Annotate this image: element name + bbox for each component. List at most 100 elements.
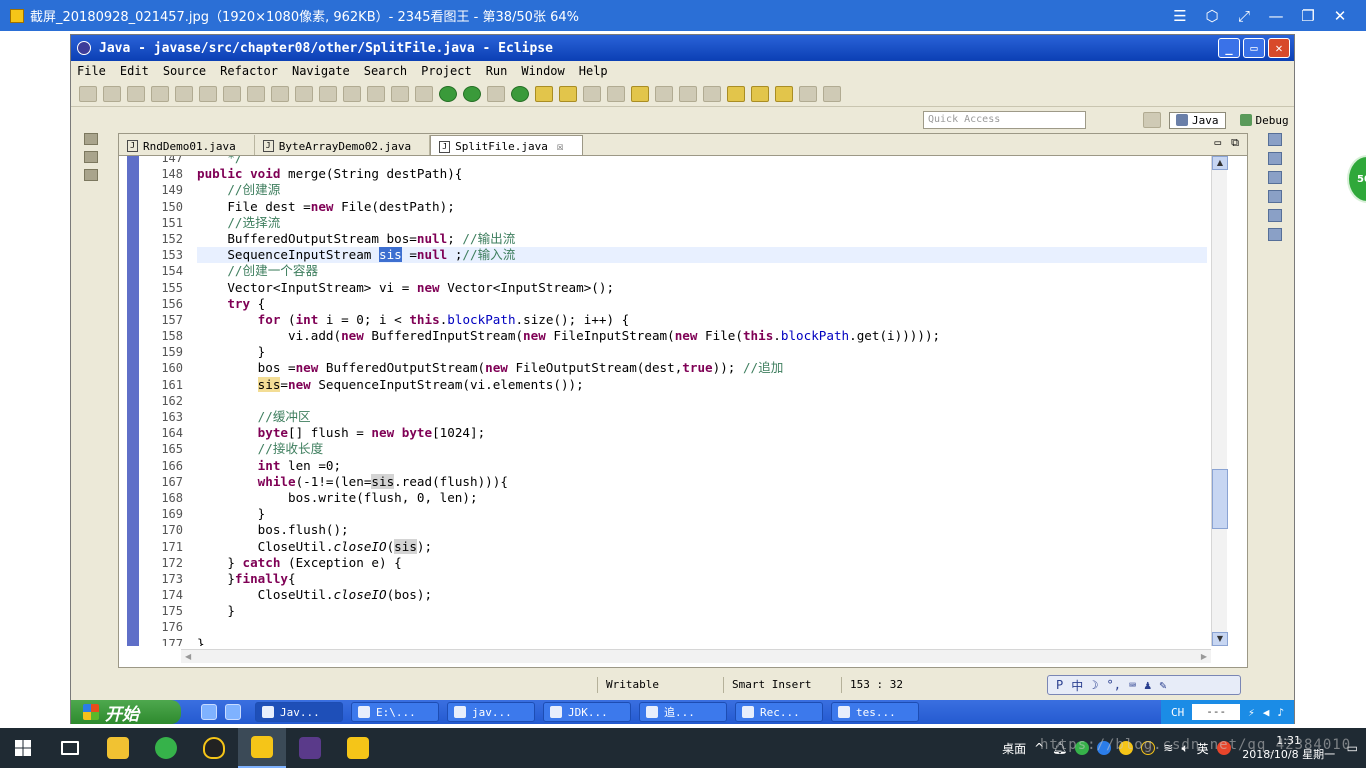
taskbar-jdk[interactable]: JDK... [543,702,631,722]
tab-splitfile[interactable]: J SplitFile.java ☒ [430,135,583,155]
print-icon[interactable] [175,85,193,102]
taskbar-java[interactable]: jav... [447,702,535,722]
ime-toolbar[interactable]: P 中 ☽ °, ⌨ ♟ ✎ [1047,675,1241,695]
ime-punct-icon[interactable]: °, [1106,678,1120,692]
skin-icon[interactable]: ⬡ [1196,0,1228,31]
tab-bytearraydemo02[interactable]: J ByteArrayDemo02.java [255,135,431,155]
taskbar-help[interactable] [334,728,382,768]
task-list-icon[interactable] [1268,152,1282,165]
new-icon[interactable] [79,85,97,102]
eclipse-close-button[interactable]: ✕ [1268,38,1290,58]
skip-breakpoints-icon[interactable] [391,85,409,102]
save-icon[interactable] [127,85,145,102]
paragraph-icon[interactable] [703,85,721,102]
menu-run[interactable]: Run [486,64,508,78]
suspend-icon[interactable] [343,85,361,102]
new-dropdown-icon[interactable] [103,85,121,102]
terminate-icon[interactable] [367,85,385,102]
eclipse-maximize-button[interactable]: ▭ [1243,38,1265,58]
open-type-icon[interactable] [559,85,577,102]
quick-access-input[interactable]: Quick Access [923,111,1086,129]
restore-button[interactable]: ❐ [1292,0,1324,31]
scroll-thumb[interactable] [1212,469,1228,529]
open-task-icon[interactable] [607,85,625,102]
taskbar-zhui[interactable]: 追... [639,702,727,722]
restore-view-icon[interactable] [84,133,98,145]
minimize-view-icon[interactable]: ▭ [1215,136,1222,150]
horizontal-scrollbar[interactable]: ◀ ▶ [181,649,1211,663]
run-icon[interactable] [439,85,457,102]
open-folder-icon[interactable] [535,85,553,102]
tray-arrow-icon[interactable]: ◀ [1263,706,1270,719]
scroll-left-icon[interactable]: ◀ [185,650,191,663]
taskbar-rec[interactable]: Rec... [735,702,823,722]
language-bar[interactable]: --- [1192,704,1241,720]
toggle-icon[interactable] [223,85,241,102]
taskbar-image-viewer[interactable] [238,728,286,768]
volume-icon[interactable]: ♪ [1277,706,1284,719]
taskbar-file-explorer[interactable] [94,728,142,768]
fullscreen-icon[interactable]: ⤢ [1228,0,1260,31]
ime-user-icon[interactable]: ♟ [1144,678,1151,692]
xp-start-button[interactable]: 开始 [71,700,181,725]
menu-window[interactable]: Window [521,64,564,78]
search-icon[interactable] [583,85,601,102]
menu-source[interactable]: Source [163,64,206,78]
eclipse-minimize-button[interactable]: _ [1218,38,1240,58]
desktop-label[interactable]: 桌面 [1002,740,1026,757]
windows-start-button[interactable] [0,728,46,768]
ime-logo-icon[interactable]: P [1056,678,1063,692]
step-icon[interactable] [295,85,313,102]
vertical-scrollbar[interactable]: ▲ ▼ [1211,156,1228,646]
problems-icon[interactable] [1268,228,1282,241]
task-view-button[interactable] [46,728,94,768]
taskbar-eclipse[interactable]: Jav... [255,702,343,722]
restore-right-icon[interactable] [1268,133,1282,146]
ime-tools-icon[interactable]: ✎ [1159,678,1166,692]
scroll-down-icon[interactable]: ▼ [1212,632,1228,646]
menu-project[interactable]: Project [421,64,472,78]
back-icon[interactable] [775,85,793,102]
redo-icon[interactable] [271,85,289,102]
network-icon[interactable]: ⚡ [1248,706,1255,719]
close-tab-icon[interactable]: ☒ [557,140,564,153]
floating-badge[interactable]: 50 [1347,155,1366,203]
ime-keyboard-icon[interactable]: ⌨ [1129,678,1136,692]
debug-gear-icon[interactable] [415,85,433,102]
prev-annotation-icon[interactable] [751,85,769,102]
close-button[interactable]: ✕ [1324,0,1356,31]
menu-refactor[interactable]: Refactor [220,64,278,78]
terminal-icon[interactable] [199,85,217,102]
taskbar-360-browser[interactable] [142,728,190,768]
show-desktop-icon[interactable] [201,704,217,720]
coverage-icon[interactable] [463,85,481,102]
code-area[interactable]: 147 148 149 150 151 152 153 154 155 156 … [119,156,1249,646]
taskbar-game[interactable] [286,728,334,768]
undo-icon[interactable] [247,85,265,102]
menu-navigate[interactable]: Navigate [292,64,350,78]
menu-file[interactable]: File [77,64,106,78]
outline-icon[interactable] [1268,171,1282,184]
console-icon[interactable] [1268,190,1282,203]
minimize-button[interactable]: — [1260,0,1292,31]
open-perspective-icon[interactable] [1143,112,1161,128]
show-whitespace-icon[interactable] [679,85,697,102]
external-tools-icon[interactable] [487,85,505,102]
perspective-java[interactable]: Java [1169,111,1226,129]
refresh-icon[interactable] [511,85,529,102]
next-annotation-icon[interactable] [727,85,745,102]
taskbar-explorer[interactable]: E:\... [351,702,439,722]
ie-icon[interactable] [225,704,241,720]
menu-edit[interactable]: Edit [120,64,149,78]
debug-icon[interactable] [1268,209,1282,222]
highlight-icon[interactable] [631,85,649,102]
scroll-right-icon[interactable]: ▶ [1201,650,1207,663]
menu-icon[interactable]: ☰ [1164,0,1196,31]
save-all-icon[interactable] [151,85,169,102]
ime-moon-icon[interactable]: ☽ [1091,678,1098,692]
tab-rnddemo01[interactable]: J RndDemo01.java [119,135,255,155]
ime-mode[interactable]: 中 [1071,677,1083,694]
language-indicator[interactable]: CH [1171,706,1184,719]
menu-search[interactable]: Search [364,64,407,78]
hierarchy-icon[interactable] [84,169,98,181]
